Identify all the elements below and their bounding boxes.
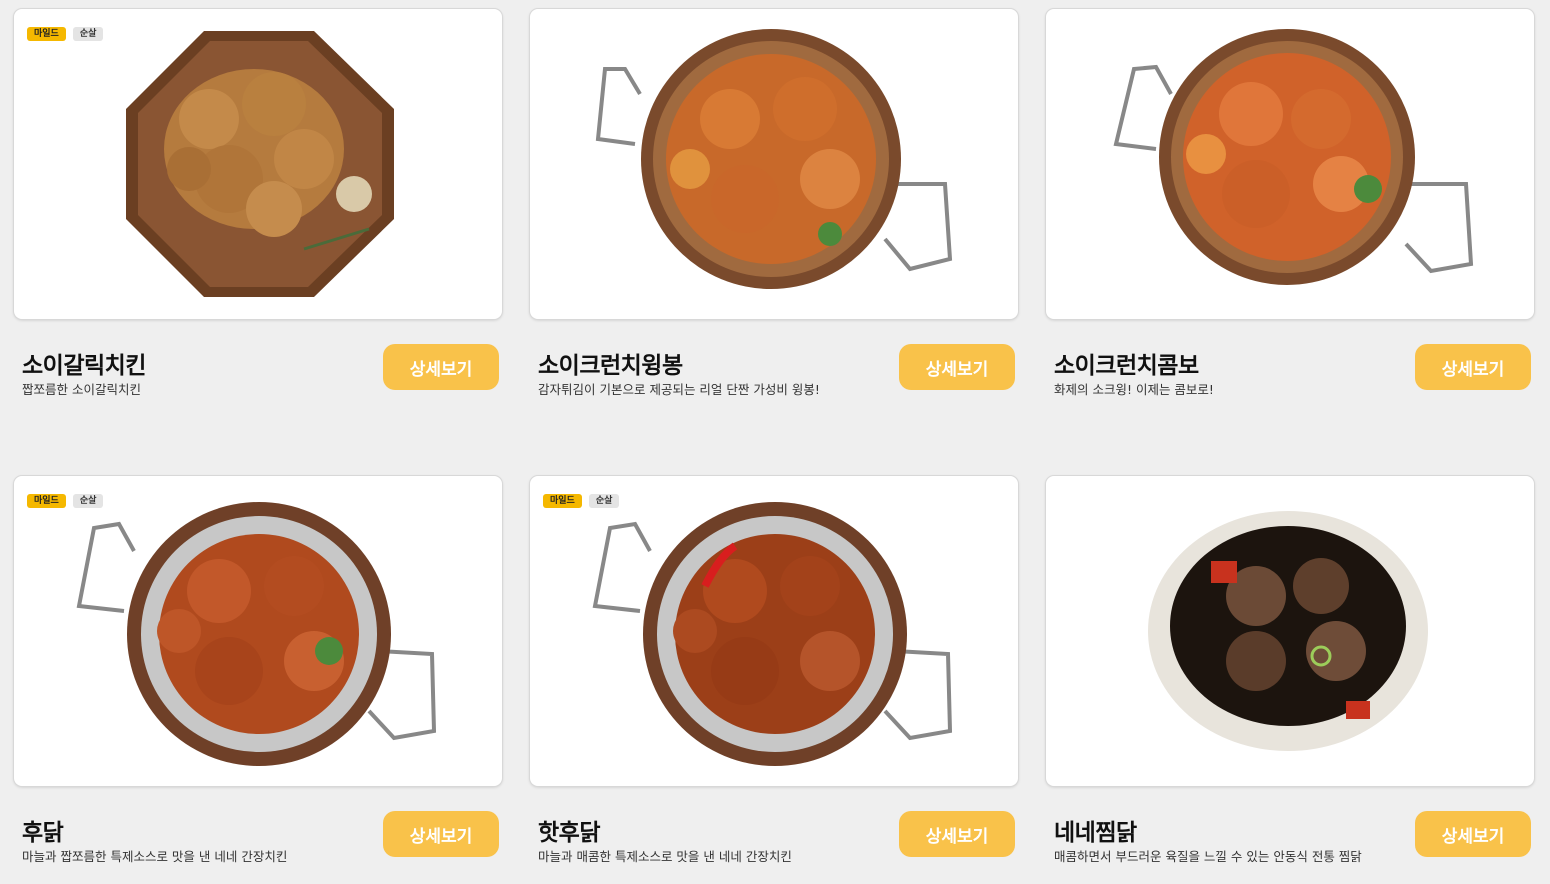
product-info: 후닭 마늘과 짭쪼름한 특제소스로 맛을 낸 네네 간장치킨 상세보기 bbox=[14, 786, 502, 884]
product-image[interactable]: 마일드 순살 bbox=[14, 476, 502, 786]
product-description: 짭쪼름한 소이갈릭치킨 bbox=[22, 382, 141, 397]
product-card: 네네찜닭 매콤하면서 부드러운 육질을 느낄 수 있는 안동식 전통 찜닭 상세… bbox=[1046, 476, 1534, 884]
product-description: 감자튀김이 기본으로 제공되는 리얼 단짠 가성비 윙봉! bbox=[538, 382, 820, 397]
product-image[interactable] bbox=[1046, 476, 1534, 786]
product-card: 마일드 순살 후닭 마늘과 짭쪼름한 특제소스로 맛을 낸 네네 간장치킨 상세… bbox=[14, 476, 502, 884]
combo-pan-image bbox=[1113, 29, 1474, 285]
spicy-chicken-pan-image bbox=[592, 502, 953, 766]
product-grid: 마일드 순살 소이갈릭치킨 짭쪼름한 소이갈릭치킨 상세보기 소이크런치윙봉 감… bbox=[0, 0, 1550, 884]
product-info: 소이갈릭치킨 짭쪼름한 소이갈릭치킨 상세보기 bbox=[14, 319, 502, 429]
product-name: 소이갈릭치킨 bbox=[22, 353, 146, 379]
product-name: 소이크런치윙봉 bbox=[538, 353, 683, 379]
detail-button[interactable]: 상세보기 bbox=[383, 811, 499, 857]
product-image[interactable] bbox=[1046, 9, 1534, 319]
detail-button[interactable]: 상세보기 bbox=[383, 344, 499, 390]
product-name: 후닭 bbox=[22, 820, 64, 846]
product-name: 네네찜닭 bbox=[1054, 820, 1137, 846]
product-image[interactable]: 마일드 순살 bbox=[530, 476, 1018, 786]
tag-list: 마일드 순살 bbox=[543, 494, 620, 508]
product-description: 화제의 소크윙! 이제는 콤보로! bbox=[1054, 382, 1214, 397]
glazed-chicken-pan-image bbox=[76, 502, 437, 766]
product-description: 마늘과 짭쪼름한 특제소스로 맛을 낸 네네 간장치킨 bbox=[22, 849, 288, 864]
product-name: 소이크런치콤보 bbox=[1054, 353, 1199, 379]
detail-button[interactable]: 상세보기 bbox=[1415, 811, 1531, 857]
product-description: 마늘과 매콤한 특제소스로 맛을 낸 네네 간장치킨 bbox=[538, 849, 792, 864]
product-card: 소이크런치윙봉 감자튀김이 기본으로 제공되는 리얼 단짠 가성비 윙봉! 상세… bbox=[530, 9, 1018, 429]
product-card: 마일드 순살 핫후닭 마늘과 매콤한 특제소스로 맛을 낸 네네 간장치킨 상세… bbox=[530, 476, 1018, 884]
product-info: 소이크런치콤보 화제의 소크윙! 이제는 콤보로! 상세보기 bbox=[1046, 319, 1534, 429]
detail-button[interactable]: 상세보기 bbox=[899, 811, 1015, 857]
fried-chicken-plate-image bbox=[126, 31, 394, 297]
product-name: 핫후닭 bbox=[538, 820, 600, 846]
wings-pan-image bbox=[595, 29, 953, 289]
product-info: 소이크런치윙봉 감자튀김이 기본으로 제공되는 리얼 단짠 가성비 윙봉! 상세… bbox=[530, 319, 1018, 429]
braised-chicken-bowl-image bbox=[1148, 511, 1428, 751]
tag-list: 마일드 순살 bbox=[27, 494, 104, 508]
tag-mild: 마일드 bbox=[27, 27, 66, 41]
tag-list: 마일드 순살 bbox=[27, 27, 104, 41]
product-description: 매콤하면서 부드러운 육질을 느낄 수 있는 안동식 전통 찜닭 bbox=[1054, 849, 1362, 864]
product-info: 네네찜닭 매콤하면서 부드러운 육질을 느낄 수 있는 안동식 전통 찜닭 상세… bbox=[1046, 786, 1534, 884]
tag-boneless: 순살 bbox=[588, 494, 620, 508]
tag-boneless: 순살 bbox=[72, 494, 104, 508]
detail-button[interactable]: 상세보기 bbox=[1415, 344, 1531, 390]
product-info: 핫후닭 마늘과 매콤한 특제소스로 맛을 낸 네네 간장치킨 상세보기 bbox=[530, 786, 1018, 884]
detail-button[interactable]: 상세보기 bbox=[899, 344, 1015, 390]
tag-mild: 마일드 bbox=[27, 494, 66, 508]
product-card: 소이크런치콤보 화제의 소크윙! 이제는 콤보로! 상세보기 bbox=[1046, 9, 1534, 429]
tag-boneless: 순살 bbox=[72, 27, 104, 41]
product-card: 마일드 순살 소이갈릭치킨 짭쪼름한 소이갈릭치킨 상세보기 bbox=[14, 9, 502, 429]
product-image[interactable]: 마일드 순살 bbox=[14, 9, 502, 319]
product-image[interactable] bbox=[530, 9, 1018, 319]
tag-mild: 마일드 bbox=[543, 494, 582, 508]
